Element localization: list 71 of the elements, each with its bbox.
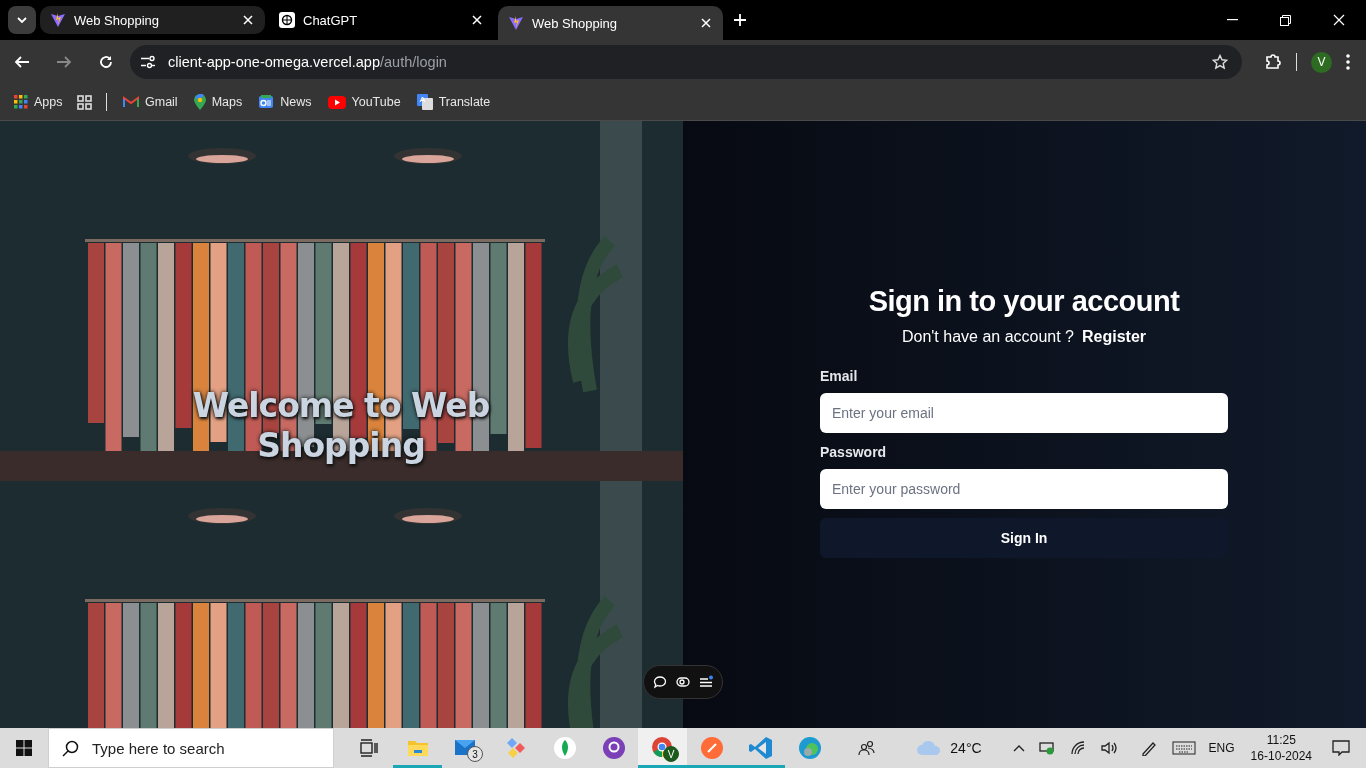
input-field[interactable]: Enter your email [820, 393, 1228, 433]
lightning-logo-icon [508, 15, 524, 31]
close-icon[interactable] [1333, 14, 1345, 26]
eye-icon[interactable] [676, 676, 690, 688]
notification-badge: 3 [467, 746, 483, 762]
mail-envelope-icon [123, 96, 139, 108]
form-title: Sign in to your account [867, 285, 1181, 318]
bookmark-link[interactable]: Apps [14, 95, 63, 109]
task-view-icon [358, 739, 379, 757]
speech-bubble-icon[interactable] [653, 675, 667, 689]
play-button-icon [327, 95, 346, 109]
tab-list-button[interactable] [8, 6, 36, 34]
close-icon[interactable] [241, 13, 255, 27]
people-icon[interactable] [858, 740, 877, 756]
minimize-icon[interactable] [1227, 19, 1238, 21]
bookmark-link[interactable]: News [258, 94, 312, 110]
folder-icon [406, 739, 429, 757]
bookmark-link[interactable]: YouTube [327, 95, 401, 109]
bookmark-link[interactable]: Translate [416, 94, 491, 110]
clock-date[interactable]: 16-10-2024 [1250, 748, 1312, 764]
caret-icon [17, 17, 27, 23]
bookmark-star-icon[interactable] [1211, 54, 1228, 70]
notifications-icon[interactable] [1332, 740, 1350, 756]
close-icon[interactable] [699, 16, 713, 30]
lightning-logo-icon [50, 12, 66, 28]
field-label: Email [820, 368, 859, 384]
browser-icon [797, 736, 822, 760]
taskbar-app[interactable]: V [638, 728, 687, 768]
speaker-icon[interactable] [1100, 741, 1119, 755]
bookmark-link[interactable]: Gmail [123, 95, 178, 109]
sign-in-button[interactable]: Sign In [820, 518, 1228, 558]
taskbar-app[interactable]: 3 [442, 728, 491, 768]
browser-tab[interactable]: Web Shopping [40, 6, 265, 34]
menu-icon[interactable] [1346, 54, 1350, 70]
battery-icon[interactable] [1038, 741, 1057, 755]
new-tab-icon[interactable] [733, 13, 747, 27]
restore-icon[interactable] [1280, 14, 1291, 26]
bookmark-link[interactable]: Maps [193, 94, 243, 110]
puzzle-piece-icon[interactable] [1263, 53, 1282, 71]
wifi-icon[interactable] [1070, 741, 1087, 755]
list-icon[interactable] [699, 675, 713, 689]
url-text[interactable]: client-app-one-omega.vercel.app/auth/login [168, 54, 1212, 70]
keyboard-icon[interactable] [1171, 741, 1196, 755]
forward-arrow-icon[interactable] [56, 54, 72, 70]
register-prompt: Don't have an account ? [901, 328, 1074, 346]
notification-badge: V [663, 746, 679, 762]
field-label: Password [820, 444, 888, 460]
reload-icon[interactable] [98, 54, 114, 70]
address-bar[interactable]: client-app-one-omega.vercel.app/auth/login [130, 45, 1242, 79]
search-field[interactable]: Type here to search [48, 728, 334, 768]
site-settings-icon[interactable] [140, 55, 156, 69]
close-icon[interactable] [470, 13, 484, 27]
code-editor-icon [748, 736, 773, 760]
leaf-icon [553, 737, 576, 759]
chevron-up-icon[interactable] [1012, 744, 1025, 752]
back-arrow-icon[interactable] [14, 54, 30, 70]
register-link[interactable]: Register [1082, 328, 1147, 346]
profile-avatar[interactable]: V [1311, 51, 1332, 73]
browser-tab[interactable]: Web Shopping [498, 6, 723, 40]
pen-icon[interactable] [1139, 740, 1158, 756]
weather-temperature: 24°C [950, 740, 982, 756]
news-icon [258, 94, 275, 110]
cloud-icon [916, 740, 943, 756]
translate-icon [416, 94, 433, 110]
grid-icon[interactable] [76, 94, 92, 110]
apps-icon [14, 95, 28, 109]
clock-time[interactable]: 11:25 [1266, 732, 1296, 748]
map-pin-icon [193, 94, 206, 110]
windows-logo-icon[interactable] [16, 740, 32, 756]
language-indicator[interactable]: ENG [1208, 741, 1235, 755]
input-field[interactable]: Enter your password [820, 469, 1228, 509]
